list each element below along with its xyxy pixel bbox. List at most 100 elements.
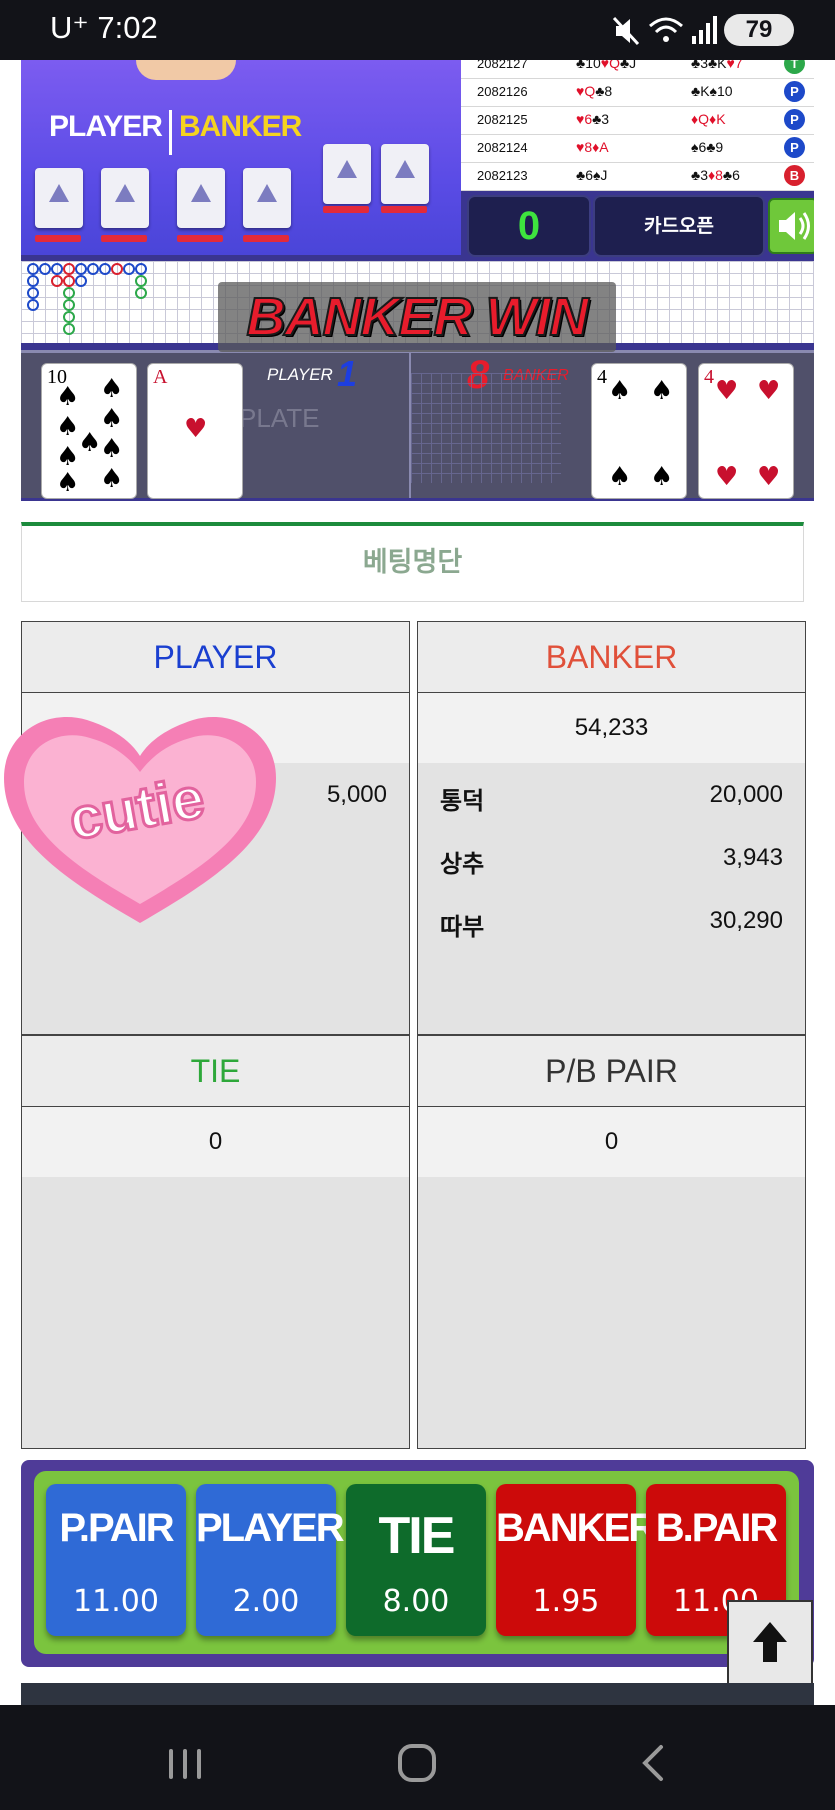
player-cards: ♥8♦A (576, 139, 609, 155)
banker-cards: ♦Q♦K (691, 111, 726, 127)
card-marker (101, 235, 147, 242)
bet-label: TIE (378, 1507, 456, 1565)
bet-amount: 5,000 (326, 781, 387, 808)
road-dot (135, 263, 147, 275)
mini-road (411, 373, 561, 483)
bet-button-tie[interactable]: TIE 8.00 (346, 1484, 486, 1636)
table-total: 0 (22, 1107, 409, 1177)
road-dot (63, 287, 75, 299)
bettor-name: 통덕 (440, 788, 485, 815)
card-open-button[interactable]: 카드오픈 (593, 195, 765, 257)
table-title: PLAYER (22, 622, 409, 693)
dealer-hands (136, 60, 236, 80)
countdown-timer: 0 (467, 195, 591, 257)
bet-label: B.PAIR (655, 1506, 779, 1550)
banker-bets-table: BANKER 54,233 통덕 20,000 상추 3,943 따부 30,2… (417, 621, 806, 1035)
road-dot (75, 275, 87, 287)
mute-icon (612, 16, 640, 46)
road-dot (123, 263, 135, 275)
cutie-heart-sticker[interactable]: cutie (2, 708, 278, 932)
table-row: 따부 30,290 (418, 889, 805, 952)
status-icons: 79 (612, 12, 822, 50)
player-cards: ♥6♣3 (576, 111, 610, 127)
player-cards: ♥Q♣8 (576, 83, 613, 99)
bet-button-player[interactable]: PLAYER 2.00 (196, 1484, 345, 1636)
road-dot (75, 263, 87, 275)
banker-cards: ♣3♣K♥7 (691, 60, 743, 71)
history-row: 2082127 ♣10♥Q♣J ♣3♣K♥7 T (461, 60, 814, 79)
video-card (35, 168, 83, 228)
wifi-icon (649, 17, 683, 42)
player-label: PLAYER (267, 365, 333, 384)
history-row: 2082124 ♥8♦A ♠6♣9 P (461, 134, 814, 163)
home-icon[interactable] (397, 1743, 437, 1783)
bet-button-p-pair[interactable]: P.PAIR 11.00 (46, 1484, 186, 1636)
bettor-name: 따부 (440, 914, 485, 941)
road-dot (135, 275, 147, 287)
bet-amount: 20,000 (709, 781, 783, 808)
road-dot (63, 323, 75, 335)
pair-bets-table: P/B PAIR 0 (417, 1035, 806, 1449)
road-dot (51, 275, 63, 287)
card-marker (177, 235, 223, 242)
road-dot (51, 263, 63, 275)
back-icon[interactable] (635, 1743, 675, 1783)
round-id: 2082126 (477, 84, 528, 99)
arrow-up-icon (753, 1622, 787, 1662)
road-dot (27, 275, 39, 287)
scroll-top-button[interactable] (727, 1600, 813, 1686)
bet-button-banker[interactable]: BANKER 1.95 (496, 1484, 657, 1636)
bet-odds: 1.95 (532, 1584, 600, 1619)
card-rank: 4 (597, 366, 607, 388)
recent-apps-icon[interactable] (165, 1743, 205, 1783)
road-dot (27, 287, 39, 299)
speaker-icon (779, 212, 810, 240)
video-card (101, 168, 149, 228)
road-dot (27, 299, 39, 311)
bet-odds: 11.00 (73, 1584, 159, 1619)
history-row: 2082123 ♣6♠J ♣3♦8♣6 B (461, 162, 814, 191)
banker-cards: ♠6♣9 (691, 139, 724, 155)
result-history: 2082127 ♣10♥Q♣J ♣3♣K♥7 T 2082126 ♥Q♣8 ♣K♠10 P 20… (461, 60, 814, 191)
table-total: 54,233 (418, 693, 805, 763)
status-time: U⁺ 7:02 (50, 10, 158, 45)
card-marker (381, 206, 427, 213)
video-card (381, 144, 429, 204)
live-video: PLAYER BANKER (21, 60, 461, 255)
table-row: 상추 3,943 (418, 826, 805, 889)
card-marker (323, 206, 369, 213)
table-title: TIE (22, 1036, 409, 1107)
bettor-name: 상추 (440, 851, 485, 878)
bet-label: PLAYER (196, 1506, 345, 1550)
card-marker (243, 235, 289, 242)
banker-cards: ♣3♦8♣6 (691, 167, 740, 183)
road-dot (87, 263, 99, 275)
road-dot (27, 263, 39, 275)
plate-watermark: PLATE (239, 403, 320, 433)
table-title: BANKER (418, 622, 805, 693)
card-marker (35, 235, 81, 242)
player-cards: ♣10♥Q♣J (576, 60, 637, 71)
banker-card-2: 4 ♥ ♥ ♥ ♥ (698, 363, 794, 499)
win-banner: BANKER WIN (218, 282, 616, 352)
sound-button[interactable] (768, 198, 814, 254)
game-area: PLAYER BANKER 2082127 ♣10♥Q♣J ♣3♣K♥7 T 20821… (21, 60, 814, 501)
road-dot (63, 275, 75, 287)
signal-icon (692, 16, 717, 44)
card-result-panel: PLAYER 1 PLATE 8 BANKER 10 ♠♠ ♠♠ ♠ ♠♠ ♠♠… (21, 350, 814, 499)
bet-amount: 3,943 (722, 844, 783, 871)
round-id: 2082123 (477, 168, 528, 183)
card-rank: 4 (704, 366, 714, 388)
android-nav-bar (0, 1705, 835, 1810)
player-score: 1 (337, 353, 358, 394)
round-id: 2082124 (477, 140, 528, 155)
bet-list-title: 베팅명단 (21, 522, 804, 602)
card-rank: A (153, 366, 168, 388)
battery-icon: 79 (724, 14, 794, 46)
video-card (243, 168, 291, 228)
bet-label: P.PAIR (59, 1506, 174, 1550)
road-dot (63, 263, 75, 275)
bet-odds: 2.00 (232, 1584, 300, 1619)
banker-cards: ♣K♠10 (691, 83, 733, 99)
video-player-label: PLAYER (49, 110, 163, 143)
